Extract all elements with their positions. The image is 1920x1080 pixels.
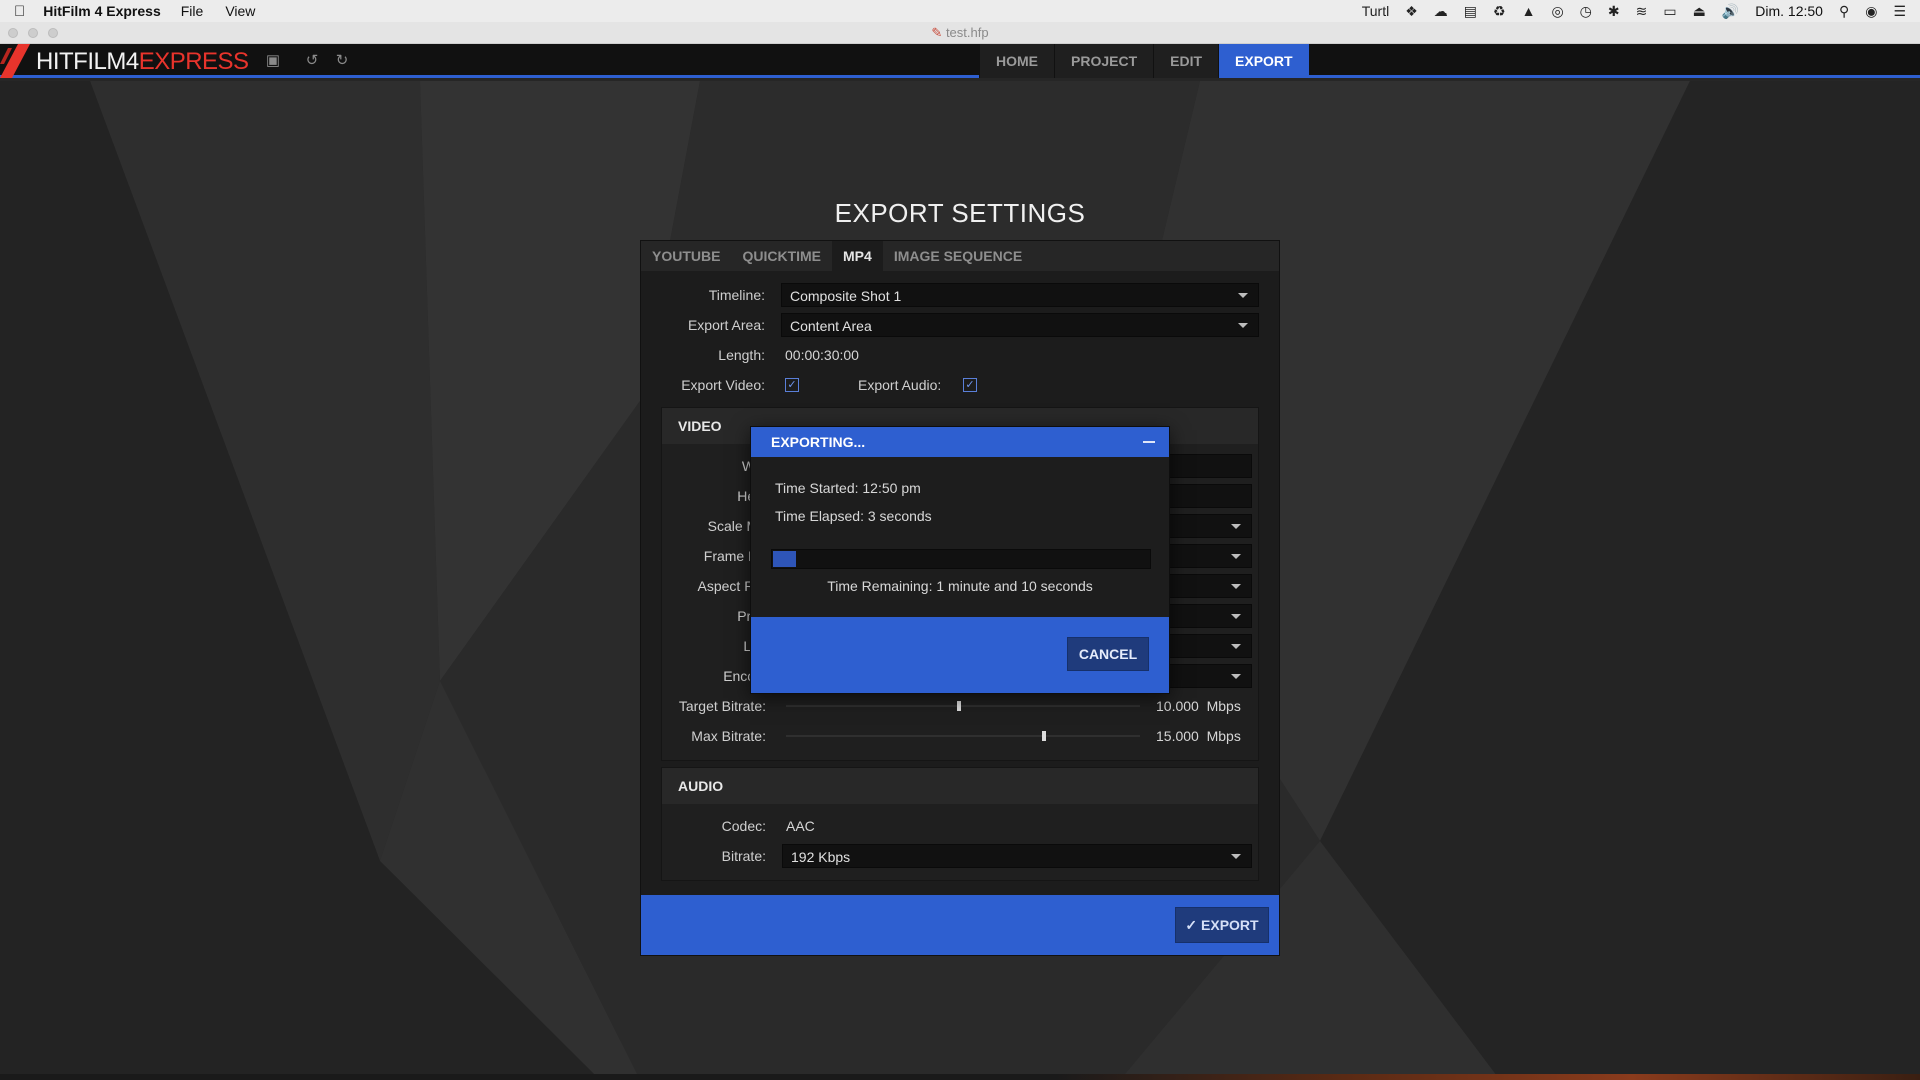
dialog-title: EXPORTING... xyxy=(771,434,866,450)
codec-row: Codec: AAC xyxy=(662,814,1258,838)
time-started: Time Started: 12:50 pm xyxy=(775,480,921,496)
dropdown-arrow-icon xyxy=(1231,644,1241,649)
target-bitrate-handle[interactable] xyxy=(957,701,961,711)
eject-icon[interactable]: ⏏ xyxy=(1693,3,1706,20)
tab-home[interactable]: HOME xyxy=(979,44,1054,78)
time-elapsed: Time Elapsed: 3 seconds xyxy=(775,508,932,524)
time-machine-icon[interactable]: ◷ xyxy=(1580,3,1592,20)
dropbox-icon[interactable]: ❖ xyxy=(1405,3,1418,20)
archive-icon[interactable]: ▤ xyxy=(1464,3,1477,20)
mac-menu-bar:  HitFilm 4 Express File View Turtl ❖ ☁ … xyxy=(0,0,1920,22)
dropdown-arrow-icon xyxy=(1231,554,1241,559)
window-title: ✎ test.hfp xyxy=(931,25,989,40)
turtl-status-item[interactable]: Turtl xyxy=(1362,3,1389,19)
max-bitrate-slider[interactable] xyxy=(786,731,1140,741)
app-menu[interactable]: HitFilm 4 Express xyxy=(43,3,161,19)
target-bitrate-row: Target Bitrate: 10.000 Mbps xyxy=(662,694,1258,718)
clock[interactable]: Dim. 12:50 xyxy=(1755,3,1823,19)
menu-view[interactable]: View xyxy=(225,3,255,19)
wifi-icon[interactable]: ≋ xyxy=(1636,3,1648,20)
brand-wordmark: HITFILM4EXPRESS xyxy=(36,48,249,75)
hitfilm-logo-icon xyxy=(0,44,30,78)
menu-file[interactable]: File xyxy=(181,3,204,19)
volume-icon[interactable]: 🔊 xyxy=(1722,3,1739,20)
export-area-row: Export Area: Content Area xyxy=(641,313,1279,337)
export-toggles-row: Export Video: ✓ Export Audio: ✓ xyxy=(641,373,1279,397)
tab-quicktime[interactable]: QUICKTIME xyxy=(731,241,832,271)
target-bitrate-value: 10.000 Mbps xyxy=(1156,698,1241,714)
tab-youtube[interactable]: YOUTUBE xyxy=(641,241,731,271)
export-audio-label: Export Audio: xyxy=(858,377,942,393)
window-title-bar: ✎ test.hfp xyxy=(0,22,1920,44)
audio-bitrate-row: Bitrate: 192 Kbps xyxy=(662,844,1258,868)
main-nav: HOME PROJECT EDIT EXPORT xyxy=(979,44,1309,78)
codec-label: Codec: xyxy=(721,818,766,834)
max-bitrate-label: Max Bitrate: xyxy=(691,728,766,744)
timeline-label: Timeline: xyxy=(708,287,765,303)
tab-export[interactable]: EXPORT xyxy=(1218,44,1309,78)
target-bitrate-label: Target Bitrate: xyxy=(678,698,766,714)
dialog-footer: CANCEL xyxy=(751,617,1169,693)
codec-value: AAC xyxy=(786,818,815,834)
dropdown-arrow-icon xyxy=(1231,614,1241,619)
export-area-dropdown[interactable]: Content Area xyxy=(781,313,1259,337)
app-header: HITFILM4EXPRESS ▣ ↺ ↻ HOME PROJECT EDIT … xyxy=(0,44,1920,78)
checkmark-icon: ✓ xyxy=(1185,917,1202,933)
dropdown-arrow-icon xyxy=(1238,323,1248,328)
audio-bitrate-dropdown[interactable]: 192 Kbps xyxy=(782,844,1252,868)
sync-icon[interactable]: ♻ xyxy=(1493,3,1506,20)
max-bitrate-handle[interactable] xyxy=(1042,731,1046,741)
save-icon[interactable]: ▣ xyxy=(264,52,282,70)
length-label: Length: xyxy=(718,347,765,363)
export-audio-checkbox[interactable]: ✓ xyxy=(963,378,977,392)
max-bitrate-value: 15.000 Mbps xyxy=(1156,728,1241,744)
tab-project[interactable]: PROJECT xyxy=(1054,44,1154,78)
tab-image-sequence[interactable]: IMAGE SEQUENCE xyxy=(883,241,1033,271)
drive-icon[interactable]: ▲ xyxy=(1522,3,1536,19)
exporting-dialog: EXPORTING... Time Started: 12:50 pm Time… xyxy=(750,426,1170,694)
tab-edit[interactable]: EDIT xyxy=(1153,44,1219,78)
export-progress-fill xyxy=(773,551,796,567)
format-tabs: YOUTUBE QUICKTIME MP4 IMAGE SEQUENCE xyxy=(641,241,1279,271)
page-title: EXPORT SETTINGS xyxy=(834,198,1086,228)
rings-icon[interactable]: ◎ xyxy=(1551,3,1563,20)
timeline-dropdown[interactable]: Composite Shot 1 xyxy=(781,283,1259,307)
tab-mp4[interactable]: MP4 xyxy=(832,241,883,271)
minimize-icon[interactable] xyxy=(1143,441,1155,443)
audio-section-title: AUDIO xyxy=(662,768,1258,804)
dropdown-arrow-icon xyxy=(1231,674,1241,679)
desktop-edge xyxy=(0,1074,1920,1080)
length-row: Length: 00:00:30:00 xyxy=(641,343,1279,367)
apple-icon[interactable]:  xyxy=(14,3,25,20)
dropdown-arrow-icon xyxy=(1231,524,1241,529)
document-icon: ✎ xyxy=(931,25,946,40)
siri-icon[interactable]: ◉ xyxy=(1865,3,1877,20)
cancel-button[interactable]: CANCEL xyxy=(1067,637,1149,671)
dialog-title-bar: EXPORTING... xyxy=(751,427,1169,457)
export-progress-bar xyxy=(771,549,1151,569)
time-remaining: Time Remaining: 1 minute and 10 seconds xyxy=(827,578,1093,594)
audio-bitrate-label: Bitrate: xyxy=(721,848,766,864)
length-value: 00:00:30:00 xyxy=(785,347,859,363)
dropdown-arrow-icon xyxy=(1238,293,1248,298)
dropdown-arrow-icon xyxy=(1231,854,1241,859)
cloud-icon[interactable]: ☁ xyxy=(1434,3,1448,20)
undo-icon[interactable]: ↺ xyxy=(303,52,321,70)
timeline-row: Timeline: Composite Shot 1 xyxy=(641,283,1279,307)
max-bitrate-row: Max Bitrate: 15.000 Mbps xyxy=(662,724,1258,748)
export-area-label: Export Area: xyxy=(687,317,765,333)
export-panel-footer: ✓ EXPORT xyxy=(641,895,1279,955)
export-video-checkbox[interactable]: ✓ xyxy=(785,378,799,392)
audio-section: AUDIO Codec: AAC Bitrate: 192 Kbps xyxy=(661,767,1259,881)
export-button[interactable]: ✓ EXPORT xyxy=(1175,907,1269,943)
dropdown-arrow-icon xyxy=(1231,584,1241,589)
bluetooth-icon[interactable]: ✱ xyxy=(1608,3,1620,20)
redo-icon[interactable]: ↻ xyxy=(333,52,351,70)
export-video-label: Export Video: xyxy=(681,377,765,393)
status-area: Turtl ❖ ☁ ▤ ♻ ▲ ◎ ◷ ✱ ≋ ▭ ⏏ 🔊 Dim. 12:50… xyxy=(1362,3,1906,20)
target-bitrate-slider[interactable] xyxy=(786,701,1140,711)
search-icon[interactable]: ⚲ xyxy=(1839,3,1849,20)
airplay-icon[interactable]: ▭ xyxy=(1663,3,1676,20)
notification-center-icon[interactable]: ☰ xyxy=(1893,3,1906,20)
